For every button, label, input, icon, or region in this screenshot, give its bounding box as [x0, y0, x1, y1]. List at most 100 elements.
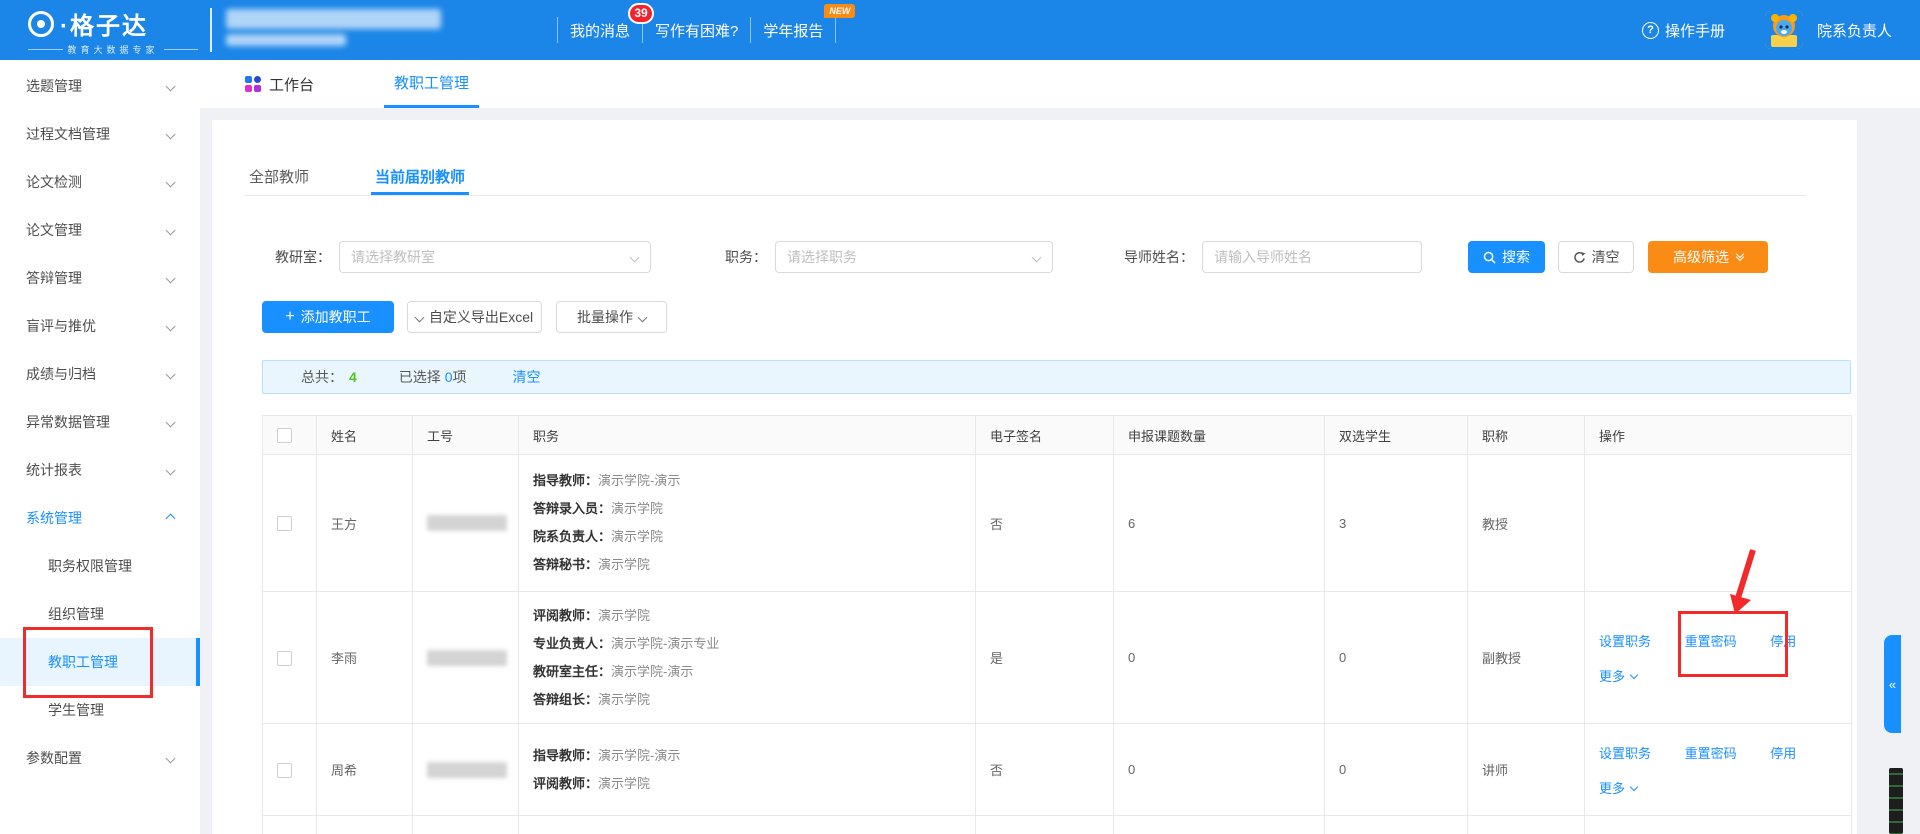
sidebar-item-statistics[interactable]: 统计报表: [0, 446, 200, 494]
nav-divider: [750, 17, 751, 43]
cell-mutual-students: 0: [1325, 592, 1468, 724]
more-link[interactable]: 更多: [1599, 778, 1625, 797]
research-office-select[interactable]: 请选择教研室: [339, 241, 651, 273]
set-duty-link[interactable]: 设置职务: [1599, 746, 1651, 761]
sidebar-item-system-management[interactable]: 系统管理: [0, 494, 200, 542]
subtab-all-teachers[interactable]: 全部教师: [245, 158, 313, 195]
col-mutual-students: 双选学生: [1325, 416, 1468, 455]
cell-title: 讲师: [1468, 724, 1585, 816]
sidebar-item-process-docs[interactable]: 过程文档管理: [0, 110, 200, 158]
tutor-name-label: 导师姓名：: [1124, 247, 1194, 267]
header-nav: 我的消息 39 写作有困难? 学年报告 NEW: [545, 0, 848, 60]
sidebar-item-role-permission[interactable]: 职务权限管理: [0, 542, 200, 590]
cell-topic-count: 0: [1114, 592, 1325, 724]
sidebar-item-organization[interactable]: 组织管理: [0, 590, 200, 638]
batch-operation-button[interactable]: 批量操作: [556, 301, 667, 333]
page-tabbar: 工作台 教职工管理: [200, 60, 1920, 108]
cell-duties: 评阅教师：演示学院 专业负责人：演示学院-演示专业 教研室主任：演示学院-演示 …: [519, 592, 976, 724]
sidebar-item-paper-check[interactable]: 论文检测: [0, 158, 200, 206]
duty-select[interactable]: 请选择职务: [775, 241, 1053, 273]
row-checkbox[interactable]: [277, 516, 292, 531]
table-row: [263, 816, 1852, 834]
cell-name: 李雨: [317, 592, 413, 724]
user-role[interactable]: 院系负责人: [1817, 20, 1892, 41]
search-icon: [1483, 251, 1496, 264]
chevron-down-icon: [638, 312, 648, 322]
sidebar-item-student-management[interactable]: 学生管理: [0, 686, 200, 734]
screen: ·格子达 教育大数据专家 我的消息 39 写作有困难? 学年报告 NEW: [0, 0, 1920, 834]
disable-link[interactable]: 停用: [1770, 634, 1796, 649]
manual-link[interactable]: ? 操作手册: [1642, 20, 1725, 41]
sidebar-item-staff-management[interactable]: 教职工管理: [0, 638, 200, 686]
cell-title: 教授: [1468, 455, 1585, 592]
chevron-down-icon: [166, 369, 176, 379]
masked-staff-id: [427, 762, 507, 778]
cell-esignature: 是: [976, 592, 1114, 724]
sidebar-item-abnormal-data[interactable]: 异常数据管理: [0, 398, 200, 446]
cell-duties: 指导教师：演示学院-演示 答辩录入员：演示学院 院系负责人：演示学院 答辩秘书：…: [519, 455, 976, 592]
sidebar-item-grades-archive[interactable]: 成绩与归档: [0, 350, 200, 398]
teacher-subtabs: 全部教师 当前届别教师: [245, 158, 1806, 196]
select-all-checkbox[interactable]: [277, 428, 292, 443]
add-staff-button[interactable]: + 添加教职工: [262, 301, 394, 333]
avatar[interactable]: [1765, 11, 1803, 49]
total-label: 总共：: [301, 367, 343, 387]
cell-mutual-students: 3: [1325, 455, 1468, 592]
tab-workbench[interactable]: 工作台: [245, 60, 314, 108]
header-divider: [210, 8, 212, 52]
tutor-name-input[interactable]: [1202, 241, 1422, 273]
collapse-panel-handle[interactable]: «: [1884, 635, 1901, 733]
search-button[interactable]: 搜索: [1468, 241, 1545, 273]
sidebar: 选题管理 过程文档管理 论文检测 论文管理 答辩管理 盲评与推优 成绩与归档 异…: [0, 60, 200, 834]
sidebar-item-defense-management[interactable]: 答辩管理: [0, 254, 200, 302]
total-count: 4: [349, 369, 357, 385]
nav-writing-help[interactable]: 写作有困难?: [655, 20, 738, 41]
col-staff-id: 工号: [413, 416, 519, 455]
brand-name: ·格子达: [60, 6, 148, 41]
brand-tagline: 教育大数据专家: [28, 43, 198, 56]
app-header: ·格子达 教育大数据专家 我的消息 39 写作有困难? 学年报告 NEW: [0, 0, 1920, 60]
sidebar-item-paper-management[interactable]: 论文管理: [0, 206, 200, 254]
double-chevron-down-icon: [1737, 254, 1743, 260]
row-checkbox[interactable]: [277, 651, 292, 666]
disable-link[interactable]: 停用: [1770, 746, 1796, 761]
cell-duties: 指导教师：演示学院-演示 评阅教师：演示学院: [519, 724, 976, 816]
sidebar-item-parameter-config[interactable]: 参数配置: [0, 734, 200, 782]
cell-topic-count: 0: [1114, 724, 1325, 816]
col-name: 姓名: [317, 416, 413, 455]
chevron-down-icon: [166, 129, 176, 139]
message-count-badge: 39: [628, 3, 654, 24]
cell-name: 王方: [317, 455, 413, 592]
table-header-row: 姓名 工号 职务 电子签名 申报课题数量 双选学生 职称 操作: [263, 416, 1852, 455]
tab-staff-management[interactable]: 教职工管理: [384, 60, 479, 108]
staff-table: 姓名 工号 职务 电子签名 申报课题数量 双选学生 职称 操作 王方 指导教师：…: [262, 415, 1852, 834]
brand-logo: ·格子达 教育大数据专家: [28, 6, 198, 56]
advanced-filter-button[interactable]: 高级筛选: [1648, 241, 1768, 273]
sidebar-item-topic-management[interactable]: 选题管理: [0, 62, 200, 110]
chevron-down-icon: [1630, 671, 1638, 679]
subtab-current-term-teachers[interactable]: 当前届别教师: [371, 158, 469, 195]
filter-research-office: 教研室： 请选择教研室: [275, 241, 651, 273]
masked-staff-id: [427, 650, 507, 666]
export-excel-button[interactable]: 自定义导出Excel: [407, 301, 542, 333]
cell-name: 周希: [317, 724, 413, 816]
clear-button[interactable]: 清空: [1558, 241, 1634, 273]
nav-my-messages[interactable]: 我的消息 39: [570, 20, 630, 41]
refresh-icon: [1573, 251, 1586, 264]
sidebar-item-blind-review[interactable]: 盲评与推优: [0, 302, 200, 350]
clear-selection-link[interactable]: 清空: [512, 367, 540, 387]
masked-staff-id: [427, 515, 507, 531]
reset-password-link[interactable]: 重置密码: [1685, 746, 1737, 761]
nav-divider: [835, 17, 836, 43]
row-checkbox[interactable]: [277, 763, 292, 778]
reset-password-link[interactable]: 重置密码: [1685, 634, 1737, 649]
cell-topic-count: 6: [1114, 455, 1325, 592]
header-right: ? 操作手册 院系负责人: [1642, 0, 1892, 60]
more-link[interactable]: 更多: [1599, 666, 1625, 685]
selection-summary-bar: 总共： 4 已选择 0项 清空: [262, 360, 1851, 394]
research-office-label: 教研室：: [275, 247, 331, 267]
cell-esignature: 否: [976, 455, 1114, 592]
set-duty-link[interactable]: 设置职务: [1599, 634, 1651, 649]
nav-annual-report[interactable]: 学年报告 NEW: [763, 20, 823, 41]
cell-mutual-students: 0: [1325, 724, 1468, 816]
